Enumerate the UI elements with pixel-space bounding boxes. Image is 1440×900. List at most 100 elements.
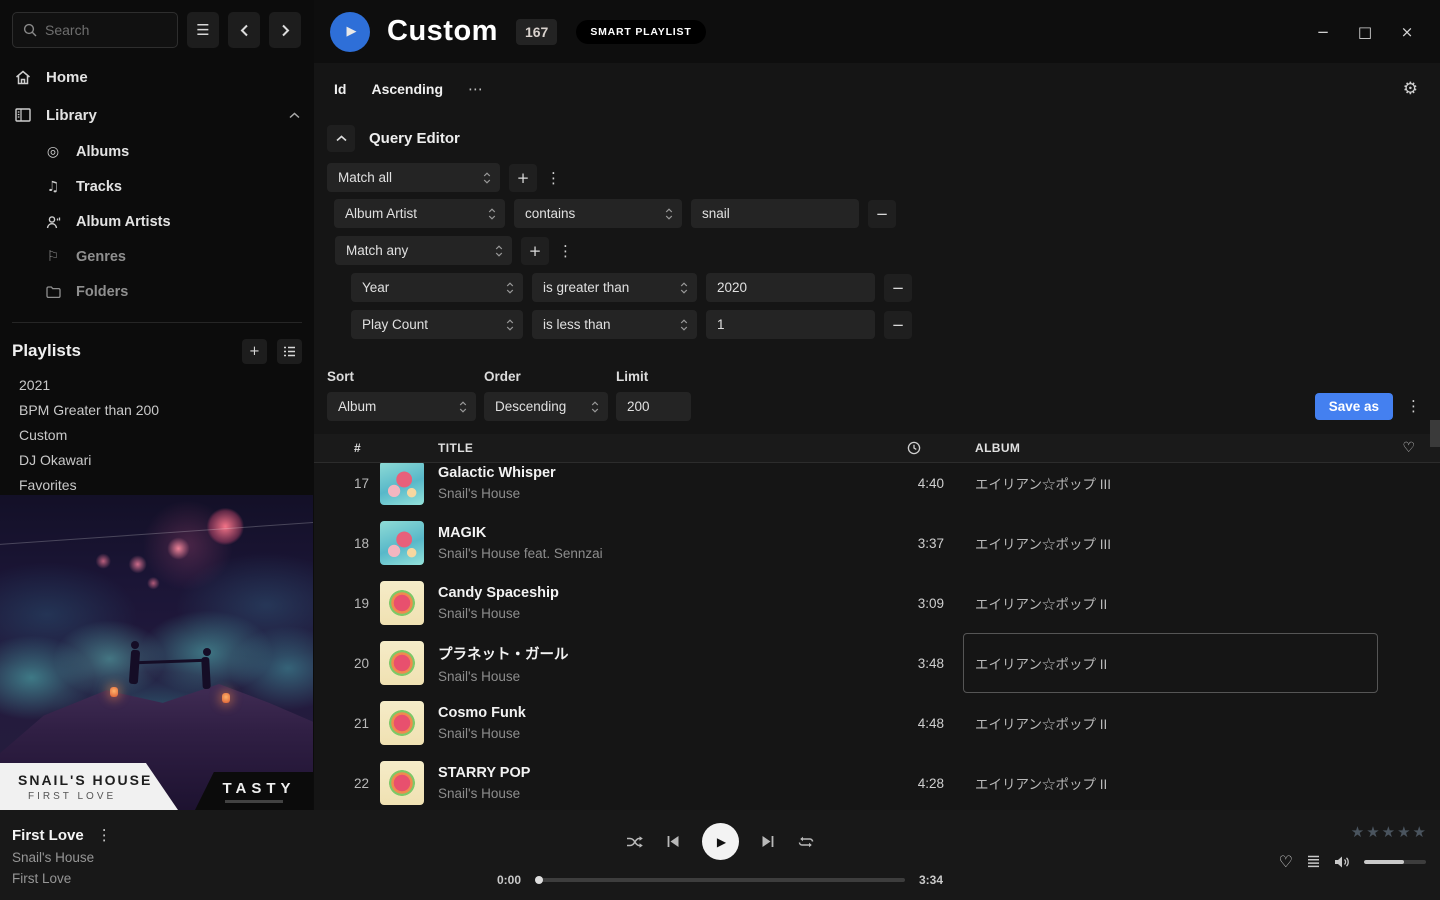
window-close-button[interactable]: ×: [1386, 16, 1428, 48]
remove-rule-button[interactable]: −: [868, 200, 896, 228]
table-row[interactable]: 21 Cosmo Funk Snail's House 4:48 エイリアン☆ポ…: [314, 693, 1440, 753]
search-input[interactable]: [45, 22, 155, 38]
add-rule-button[interactable]: +: [509, 164, 537, 192]
sort-select[interactable]: Album: [327, 392, 476, 421]
table-row[interactable]: 19 Candy Spaceship Snail's House 3:09 エイ…: [314, 573, 1440, 633]
rule-operator-select[interactable]: contains: [514, 199, 682, 228]
play-playlist-button[interactable]: ▶: [330, 12, 370, 52]
sort-field-button[interactable]: Id: [334, 81, 346, 97]
sidebar-item-home[interactable]: Home: [0, 58, 314, 96]
now-playing-artist[interactable]: Snail's House: [12, 850, 111, 865]
table-row[interactable]: 18 MAGIK Snail's House feat. Sennzai 3:3…: [314, 513, 1440, 573]
table-row[interactable]: 17 Galactic Whisper Snail's House 4:40 エ…: [314, 463, 1440, 513]
gear-icon[interactable]: ⚙: [1403, 79, 1418, 99]
favorite-button[interactable]: ♡: [1279, 852, 1293, 871]
playlist-item[interactable]: Custom: [0, 423, 314, 448]
save-as-button[interactable]: Save as: [1315, 393, 1393, 420]
now-playing-title[interactable]: First Love: [12, 827, 84, 844]
more-options-button[interactable]: ⋯: [468, 80, 483, 98]
chevron-up-icon[interactable]: [289, 112, 300, 119]
column-header-duration[interactable]: [893, 441, 963, 455]
sidebar-item-albums[interactable]: ◎ Albums: [0, 134, 314, 169]
menu-button[interactable]: ☰: [187, 12, 219, 48]
track-title: Candy Spaceship: [438, 585, 893, 601]
previous-track-button[interactable]: [666, 835, 680, 848]
playlist-item[interactable]: DJ Okawari: [0, 448, 314, 473]
limit-input[interactable]: 200: [616, 392, 691, 421]
column-header-title[interactable]: TITLE: [438, 441, 893, 455]
window-minimize-button[interactable]: −: [1302, 16, 1344, 48]
match-type-select[interactable]: Match all: [327, 163, 500, 192]
order-select[interactable]: Descending: [484, 392, 608, 421]
seek-handle[interactable]: [535, 876, 543, 884]
sidebar-item-folders[interactable]: Folders: [0, 274, 314, 309]
rating-stars[interactable]: ★ ★ ★ ★ ★: [1351, 823, 1426, 841]
queue-button[interactable]: [1307, 855, 1320, 868]
add-playlist-button[interactable]: +: [242, 339, 267, 364]
nav-forward-button[interactable]: [269, 12, 301, 48]
rule-field-select[interactable]: Album Artist: [334, 199, 505, 228]
sidebar-item-genres[interactable]: ⚐ Genres: [0, 239, 314, 274]
scrollbar-thumb[interactable]: [1430, 420, 1440, 447]
label-watermark: TASTY: [195, 772, 313, 810]
track-album-cell[interactable]: エイリアン☆ポップ II: [963, 753, 1378, 813]
shuffle-button[interactable]: [626, 835, 644, 849]
group-menu-button[interactable]: ⋮: [546, 169, 560, 187]
album-art-title: FIRST LOVE: [18, 791, 178, 802]
table-row[interactable]: 20 プラネット・ガール Snail's House 3:48 エイリアン☆ポッ…: [314, 633, 1440, 693]
player-bar: First Love ⋮ Snail's House First Love ▶ …: [0, 810, 1440, 900]
table-row[interactable]: 22 STARRY POP Snail's House 4:28 エイリアン☆ポ…: [314, 753, 1440, 813]
now-playing-album[interactable]: First Love: [12, 871, 111, 886]
remove-rule-button[interactable]: −: [884, 311, 912, 339]
window-maximize-button[interactable]: □: [1344, 16, 1386, 48]
track-album-cell[interactable]: エイリアン☆ポップ III: [963, 463, 1378, 513]
sidebar-item-library[interactable]: Library: [0, 96, 314, 134]
group-menu-button[interactable]: ⋮: [558, 242, 572, 260]
track-count-badge: 167: [516, 19, 557, 45]
remove-rule-button[interactable]: −: [884, 274, 912, 302]
next-track-button[interactable]: [761, 835, 775, 848]
subgroup-match-type-select[interactable]: Match any: [335, 236, 512, 265]
playlist-options-button[interactable]: [277, 339, 302, 364]
play-button[interactable]: ▶: [702, 823, 739, 860]
column-header-album[interactable]: ALBUM: [963, 440, 1378, 456]
sort-order-button[interactable]: Ascending: [371, 81, 443, 97]
rule-operator-select[interactable]: is greater than: [532, 273, 697, 302]
track-album-cell[interactable]: エイリアン☆ポップ II: [963, 573, 1378, 633]
chevron-right-icon: [281, 24, 290, 37]
sidebar-item-album-artists[interactable]: Album Artists: [0, 204, 314, 239]
rule-operator-select[interactable]: is less than: [532, 310, 697, 339]
rule-field-select[interactable]: Year: [351, 273, 523, 302]
star-icon[interactable]: ★: [1397, 823, 1410, 841]
volume-icon[interactable]: [1334, 855, 1350, 869]
add-rule-button[interactable]: +: [521, 237, 549, 265]
nav-back-button[interactable]: [228, 12, 260, 48]
rule-value-input[interactable]: snail: [691, 199, 859, 228]
seek-bar[interactable]: [535, 878, 905, 882]
rule-value-input[interactable]: 2020: [706, 273, 875, 302]
playlist-item[interactable]: BPM Greater than 200: [0, 398, 314, 423]
select-chevrons-icon: [506, 318, 514, 332]
playlist-item[interactable]: 2021: [0, 373, 314, 398]
sidebar-item-label: Folders: [76, 284, 128, 300]
track-album-cell-focused[interactable]: エイリアン☆ポップ II: [963, 633, 1378, 693]
volume-slider[interactable]: [1364, 860, 1426, 864]
column-header-number[interactable]: #: [314, 441, 380, 455]
track-artist: Snail's House: [438, 726, 893, 741]
save-menu-button[interactable]: ⋮: [1406, 397, 1420, 415]
sidebar-item-tracks[interactable]: ♫ Tracks: [0, 169, 314, 204]
star-icon[interactable]: ★: [1382, 823, 1395, 841]
rule-field-select[interactable]: Play Count: [351, 310, 523, 339]
track-list: 17 Galactic Whisper Snail's House 4:40 エ…: [314, 463, 1440, 818]
repeat-button[interactable]: [797, 835, 815, 849]
collapse-query-editor-button[interactable]: [327, 125, 355, 152]
track-album-cell[interactable]: エイリアン☆ポップ II: [963, 693, 1378, 753]
star-icon[interactable]: ★: [1351, 823, 1364, 841]
now-playing-menu-button[interactable]: ⋮: [97, 826, 111, 844]
rule-value-input[interactable]: 1: [706, 310, 875, 339]
search-box[interactable]: [12, 12, 178, 48]
track-album-cell[interactable]: エイリアン☆ポップ III: [963, 513, 1378, 573]
star-icon[interactable]: ★: [1366, 823, 1379, 841]
star-icon[interactable]: ★: [1413, 823, 1426, 841]
track-title: MAGIK: [438, 525, 893, 541]
